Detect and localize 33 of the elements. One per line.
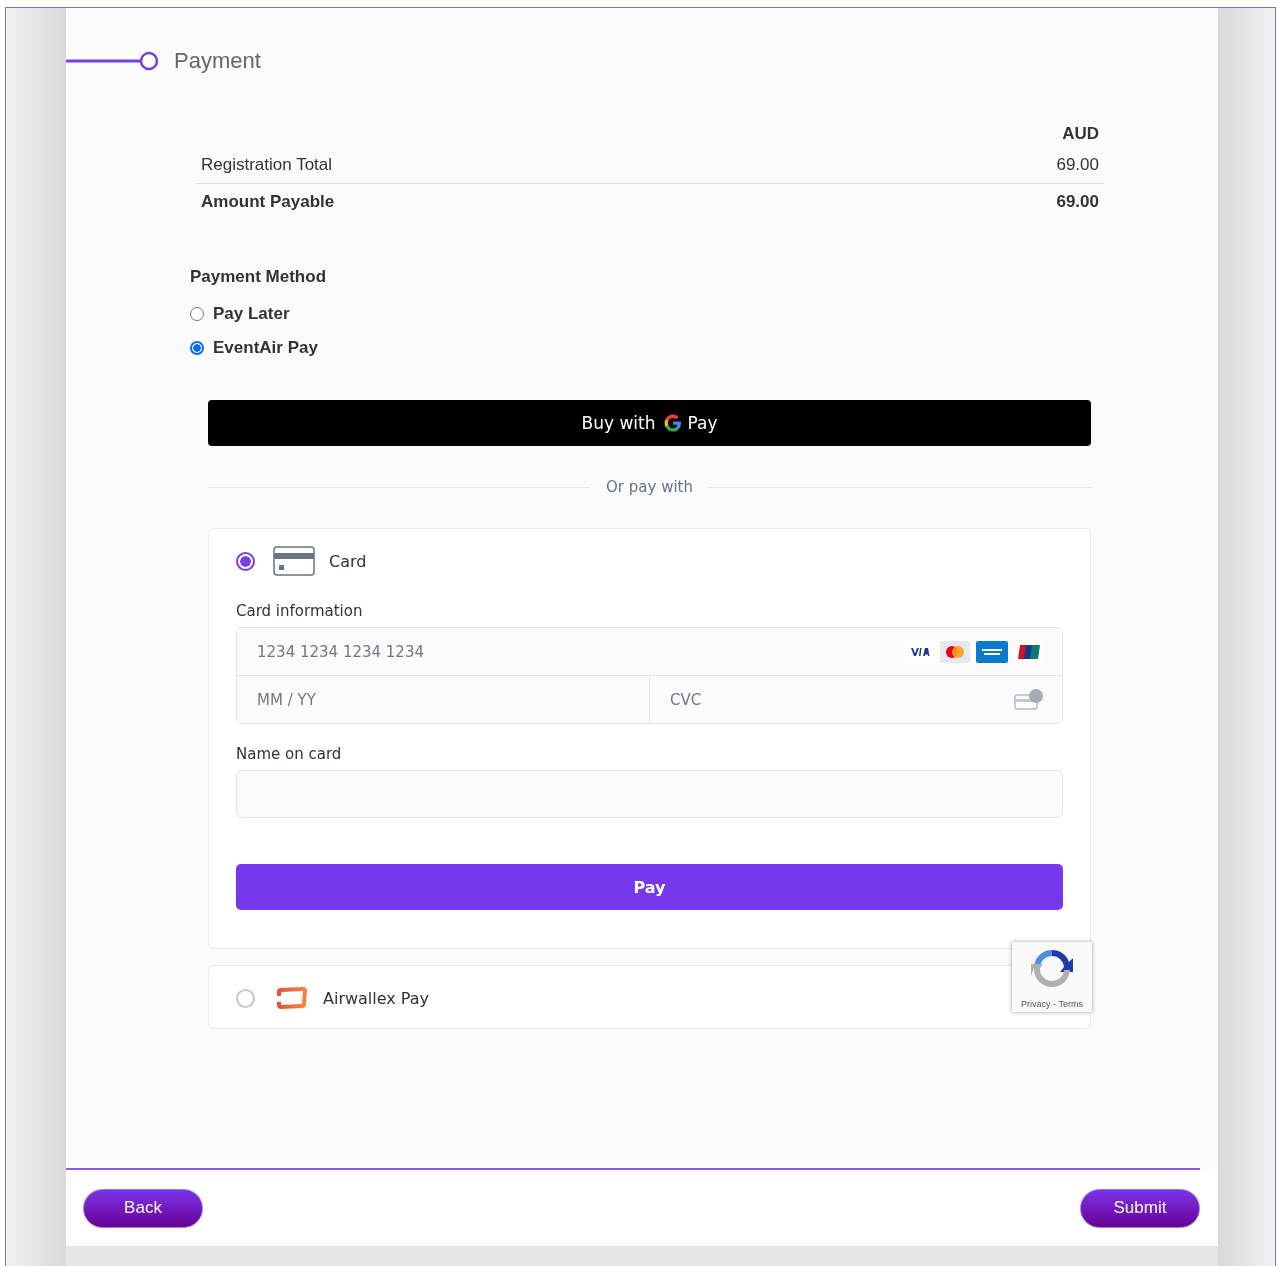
pay-button[interactable]: Pay <box>236 864 1063 910</box>
submit-button[interactable]: Submit <box>1080 1188 1200 1228</box>
card-number-input[interactable]: 1234 1234 1234 1234 <box>255 641 904 662</box>
summary-label: Amount Payable <box>201 192 335 212</box>
card-number-field[interactable]: 1234 1234 1234 1234 <box>237 628 1062 676</box>
summary-value: 69.00 <box>1056 192 1099 212</box>
google-pay-button[interactable]: Buy with Pay <box>208 400 1091 446</box>
expiry-field[interactable]: MM / YY <box>255 689 631 710</box>
cvc-card-icon <box>1014 688 1044 711</box>
currency-label: AUD <box>1062 124 1099 144</box>
g-logo-icon <box>663 414 682 432</box>
summary-value: 69.00 <box>1056 155 1099 175</box>
radio-button[interactable] <box>236 988 255 1008</box>
radio-button[interactable] <box>236 551 255 571</box>
field-label: Name on card <box>236 745 343 765</box>
recaptcha-links[interactable]: Privacy - Terms <box>1021 999 1083 1009</box>
section-heading: Payment Method <box>190 267 328 288</box>
radio-label[interactable]: EventAir Pay <box>213 338 318 358</box>
radio-button[interactable] <box>190 341 204 355</box>
radio-label[interactable]: Pay Later <box>213 304 290 324</box>
payment-option-label[interactable]: Card <box>329 551 367 571</box>
divider-text: Or pay with <box>606 478 693 496</box>
credit-card-icon <box>273 546 315 576</box>
step-title: Payment <box>174 48 261 74</box>
mastercard-logo-icon <box>940 640 970 663</box>
back-button[interactable]: Back <box>83 1188 203 1228</box>
name-on-card-field[interactable] <box>236 770 1063 818</box>
radio-button[interactable] <box>190 307 204 321</box>
field-label: Card information <box>236 602 364 622</box>
amex-logo-icon <box>976 640 1008 663</box>
payment-option-label[interactable]: Airwallex Pay <box>323 988 430 1008</box>
summary-label: Registration Total <box>201 155 333 175</box>
cvc-field[interactable]: CVC <box>668 689 1014 710</box>
